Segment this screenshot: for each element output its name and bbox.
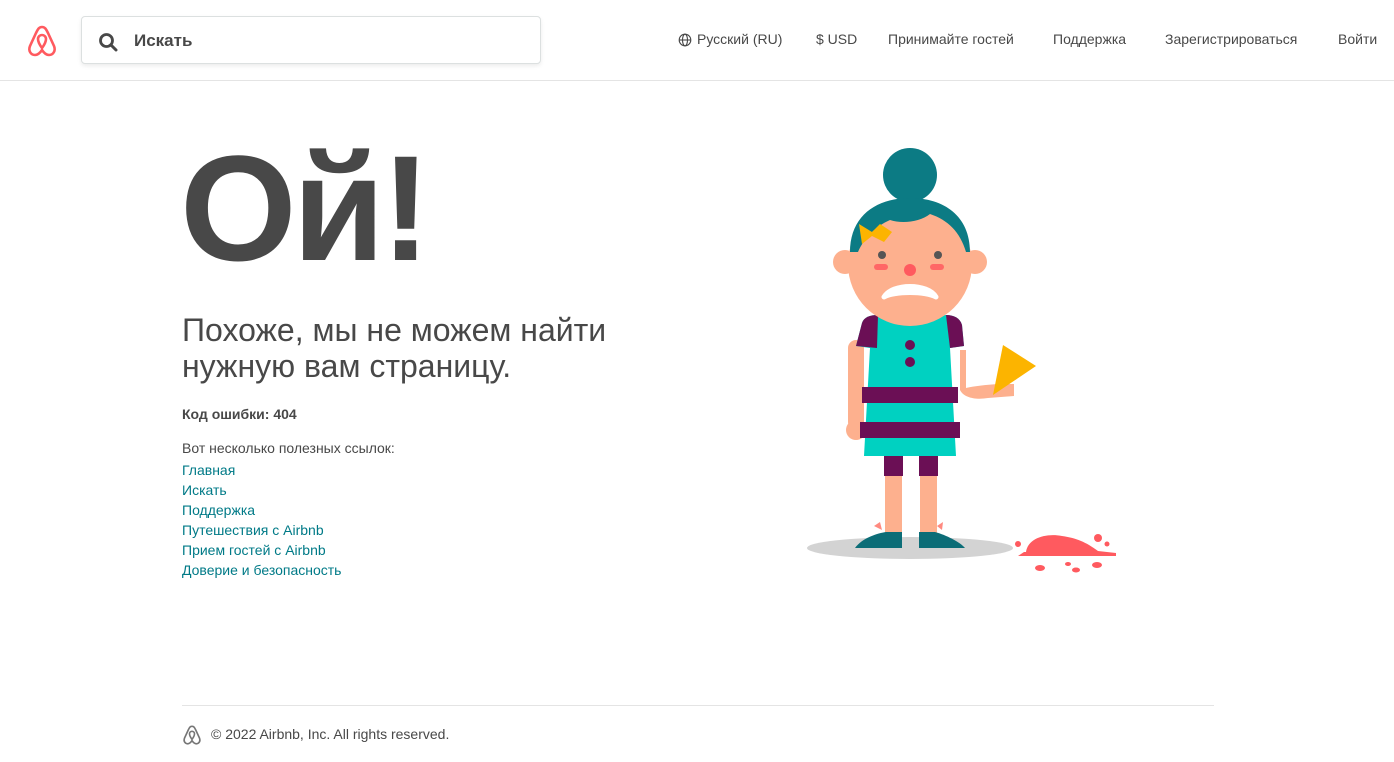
link-search[interactable]: Искать [182, 482, 227, 498]
search-box[interactable]: Искать [81, 16, 541, 64]
sad-girl-illustration [807, 148, 1116, 573]
error-code: Код ошибки: 404 [182, 406, 297, 422]
links-intro: Вот несколько полезных ссылок: [182, 440, 395, 456]
airbnb-logo-icon [183, 725, 201, 745]
help-link[interactable]: Поддержка [1053, 31, 1126, 51]
footer-copyright: © 2022 Airbnb, Inc. All rights reserved. [211, 726, 450, 742]
link-hosting[interactable]: Прием гостей с Airbnb [182, 542, 326, 558]
list-item: Прием гостей с Airbnb [182, 540, 341, 560]
ground-shadow [807, 537, 1013, 559]
search-input[interactable]: Искать [134, 31, 192, 51]
host-link[interactable]: Принимайте гостей [888, 31, 1014, 51]
airbnb-logo-icon[interactable] [26, 24, 58, 58]
currency-selector[interactable]: $ USD [816, 31, 857, 51]
login-link[interactable]: Войти [1338, 31, 1377, 51]
list-item: Доверие и безопасность [182, 560, 341, 580]
footer-divider [182, 705, 1214, 706]
link-home[interactable]: Главная [182, 462, 235, 478]
page-subtitle: Похоже, мы не можем найти нужную вам стр… [182, 312, 607, 384]
list-item: Путешествия с Airbnb [182, 520, 341, 540]
list-item: Главная [182, 460, 341, 480]
site-header: Искать Русский (RU) $ USD Принимайте гос… [0, 0, 1394, 81]
link-travel[interactable]: Путешествия с Airbnb [182, 522, 324, 538]
list-item: Искать [182, 480, 341, 500]
language-label: Русский (RU) [697, 31, 783, 47]
signup-link[interactable]: Зарегистрироваться [1165, 31, 1297, 51]
search-icon [99, 33, 118, 52]
ice-cream-splat-icon [1015, 534, 1116, 573]
globe-icon [678, 33, 692, 47]
helpful-links-list: Главная Искать Поддержка Путешествия с A… [182, 460, 341, 580]
link-help[interactable]: Поддержка [182, 502, 255, 518]
page-headline: Ой! [180, 124, 431, 292]
list-item: Поддержка [182, 500, 341, 520]
link-trust-safety[interactable]: Доверие и безопасность [182, 562, 341, 578]
